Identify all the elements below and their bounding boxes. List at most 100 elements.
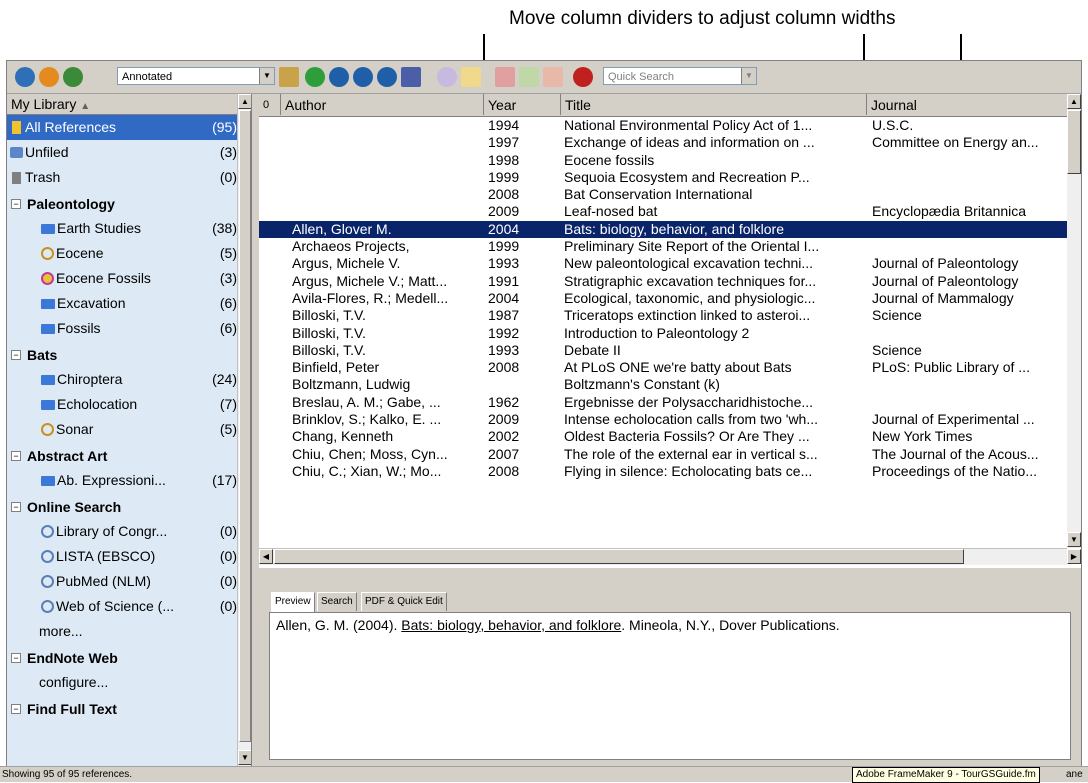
insert-citation-icon[interactable] — [279, 67, 299, 87]
table-row[interactable]: 2008 Bat Conservation International — [259, 186, 1067, 203]
export-list-icon[interactable] — [519, 67, 539, 87]
open-folder-icon[interactable] — [461, 67, 481, 87]
sidebar-item-ab-expressionism[interactable]: Ab. Expressioni... (17) — [7, 468, 251, 493]
sidebar-item-lista-ebsco[interactable]: LISTA (EBSCO) (0) — [7, 544, 251, 569]
table-row[interactable]: 1994 National Environmental Policy Act of… — [259, 117, 1067, 134]
download-icon[interactable] — [353, 67, 373, 87]
table-row[interactable]: Chiu, Chen; Moss, Cyn... 2007 The role of … — [259, 446, 1067, 463]
sidebar-item-more[interactable]: more... — [7, 619, 251, 644]
upload-icon[interactable] — [377, 67, 397, 87]
table-row[interactable]: 1999 Sequoia Ecosystem and Recreation P..… — [259, 169, 1067, 186]
scroll-down-button[interactable]: ▼ — [238, 750, 251, 765]
scroll-thumb[interactable] — [1067, 110, 1081, 174]
table-row[interactable]: 2009 Leaf-nosed bat Encyclopædia Britannic… — [259, 203, 1067, 220]
group-set-endnote-web[interactable]: − EndNote Web — [7, 644, 251, 670]
scroll-up-button[interactable]: ▲ — [238, 94, 251, 109]
sidebar-item-eocene-fossils[interactable]: Eocene Fossils (3) — [7, 266, 251, 291]
integrated-library-icon[interactable] — [63, 67, 83, 87]
sidebar-item-trash[interactable]: Trash (0) — [7, 165, 251, 190]
table-row[interactable]: Billoski, T.V. 1987 Triceratops extinction… — [259, 307, 1067, 324]
column-header-journal[interactable]: Journal — [867, 94, 1067, 115]
cell-year: 1994 — [488, 117, 520, 133]
cite-while-you-write-icon[interactable] — [543, 67, 563, 87]
sync-icon[interactable] — [401, 67, 421, 87]
table-row[interactable]: Billoski, T.V. 1993 Debate II Science — [259, 342, 1067, 359]
tab-preview[interactable]: Preview — [271, 592, 315, 613]
table-row[interactable]: Allen, Glover M. 2004 Bats: biology, behav… — [259, 220, 1067, 239]
collapse-icon[interactable]: − — [11, 704, 21, 714]
column-header-author[interactable]: Author — [281, 94, 484, 115]
table-row[interactable]: Breslau, A. M.; Gabe, ... 1962 Ergebnisse … — [259, 394, 1067, 411]
column-header-attachment[interactable]: 0 — [259, 94, 281, 115]
sidebar-item-pubmed[interactable]: PubMed (NLM) (0) — [7, 569, 251, 594]
sidebar-item-echolocation[interactable]: Echolocation (7) — [7, 392, 251, 417]
cell-title: Oldest Bacteria Fossils? Or Are They ... — [564, 428, 810, 445]
sidebar-item-sonar[interactable]: Sonar (5) — [7, 417, 251, 442]
collapse-icon[interactable]: − — [11, 199, 21, 209]
sidebar-item-earth-studies[interactable]: Earth Studies (38) — [7, 216, 251, 241]
scroll-thumb[interactable] — [239, 110, 251, 742]
collapse-icon[interactable]: − — [11, 451, 21, 461]
output-style-select[interactable]: Annotated ▼ — [117, 67, 275, 85]
group-set-find-full-text[interactable]: − Find Full Text — [7, 695, 251, 721]
cell-title: Stratigraphic excavation techniques for.… — [564, 272, 817, 289]
open-link-icon[interactable] — [437, 67, 457, 87]
help-icon[interactable] — [573, 67, 593, 87]
sidebar-header[interactable]: My Library ▲ — [7, 94, 251, 115]
table-row[interactable]: Avila-Flores, R.; Medell... 2004 Ecologica… — [259, 290, 1067, 307]
sidebar-item-all-references[interactable]: All References (95) — [7, 115, 251, 140]
scroll-down-button[interactable]: ▼ — [1067, 532, 1081, 547]
find-icon[interactable] — [329, 67, 349, 87]
table-row[interactable]: Argus, Michele V.; Matt... 1991 Stratigrap… — [259, 273, 1067, 290]
collapse-icon[interactable]: − — [11, 653, 21, 663]
chevron-down-icon[interactable]: ▼ — [741, 68, 756, 84]
group-set-bats[interactable]: − Bats — [7, 341, 251, 367]
table-row[interactable]: Archaeos Projects, 1999 Preliminary Site R… — [259, 238, 1067, 255]
sidebar-scrollbar[interactable]: ▲ ▼ — [237, 94, 251, 766]
sidebar-item-eocene[interactable]: Eocene (5) — [7, 241, 251, 266]
cell-year: 1998 — [488, 151, 520, 168]
reference-list-vscrollbar[interactable]: ▲ ▼ — [1067, 94, 1081, 548]
collapse-icon[interactable]: − — [11, 350, 21, 360]
table-row[interactable]: Boltzmann, Ludwig Boltzmann's Constant (k… — [259, 376, 1067, 393]
table-row[interactable]: Brinklov, S.; Kalko, E. ... 2009 Intense e… — [259, 411, 1067, 428]
sidebar-item-library-of-congress[interactable]: Library of Congr... (0) — [7, 519, 251, 544]
table-row[interactable]: Chang, Kenneth 2002 Oldest Bacteria Fossil… — [259, 428, 1067, 445]
group-set-paleontology[interactable]: − Paleontology — [7, 190, 251, 216]
sidebar-item-fossils[interactable]: Fossils (6) — [7, 316, 251, 341]
table-row[interactable]: 1998 Eocene fossils — [259, 152, 1067, 169]
quick-search-input[interactable]: Quick Search ▼ — [603, 67, 757, 85]
tab-pdf-quick-edit[interactable]: PDF & Quick Edit — [361, 592, 447, 611]
scroll-thumb[interactable] — [274, 549, 964, 564]
column-header-year[interactable]: Year — [484, 94, 561, 115]
group-set-online-search[interactable]: − Online Search — [7, 493, 251, 519]
reference-list-hscrollbar[interactable]: ◀ ▶ — [259, 548, 1081, 565]
scroll-right-button[interactable]: ▶ — [1067, 549, 1081, 564]
cell-title: New paleontological excavation techni... — [564, 255, 814, 272]
sidebar-item-chiroptera[interactable]: Chiroptera (24) — [7, 367, 251, 392]
cell-journal: Journal of Mammalogy — [872, 289, 1014, 306]
local-library-icon[interactable] — [15, 67, 35, 87]
column-header-title[interactable]: Title — [561, 94, 867, 115]
formatted-citation: Allen, G. M. (2004). Bats: biology, beha… — [269, 612, 1071, 760]
table-row[interactable]: Billoski, T.V. 1992 Introduction to Paleon… — [259, 325, 1067, 342]
table-row[interactable]: Argus, Michele V. 1993 New paleontological… — [259, 255, 1067, 272]
collapse-icon[interactable]: − — [11, 502, 21, 512]
format-paper-icon[interactable] — [495, 67, 515, 87]
online-search-icon[interactable] — [39, 67, 59, 87]
scroll-left-button[interactable]: ◀ — [259, 549, 273, 564]
table-row[interactable]: 1997 Exchange of ideas and information on… — [259, 134, 1067, 151]
tab-search[interactable]: Search — [317, 592, 357, 611]
cell-journal: Proceedings of the Natio... — [872, 462, 1037, 479]
table-row[interactable]: Chiu, C.; Xian, W.; Mo... 2008 Flying in s… — [259, 463, 1067, 480]
sidebar-item-web-of-science[interactable]: Web of Science (... (0) — [7, 594, 251, 619]
table-row[interactable]: Binfield, Peter 2008 At PLoS ONE we're bat… — [259, 359, 1067, 376]
cell-year: 2008 — [488, 186, 520, 203]
chevron-down-icon[interactable]: ▼ — [259, 68, 274, 84]
scroll-up-button[interactable]: ▲ — [1067, 94, 1081, 109]
new-reference-icon[interactable] — [305, 67, 325, 87]
sidebar-item-configure[interactable]: configure... — [7, 670, 251, 695]
sidebar-item-excavation[interactable]: Excavation (6) — [7, 291, 251, 316]
sidebar-item-unfiled[interactable]: Unfiled (3) — [7, 140, 251, 165]
group-set-abstract-art[interactable]: − Abstract Art — [7, 442, 251, 468]
